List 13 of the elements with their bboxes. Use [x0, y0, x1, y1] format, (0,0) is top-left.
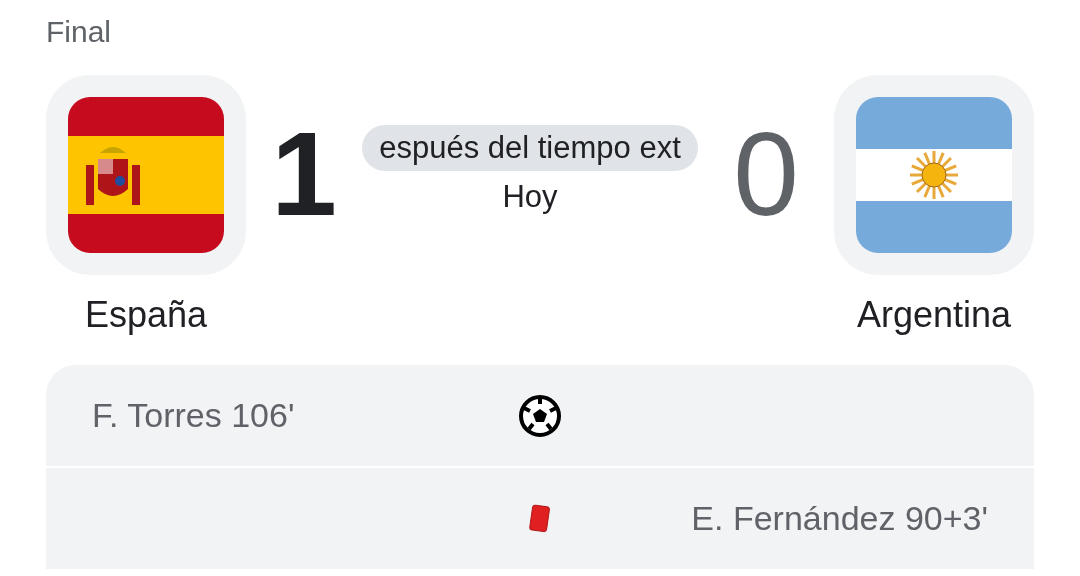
- match-date: Hoy: [502, 181, 558, 212]
- team-name: Argentina: [856, 297, 1012, 333]
- score: 0: [733, 115, 799, 242]
- event-player: F. Torres 106': [92, 395, 295, 436]
- soccer-ball-icon: [518, 393, 562, 438]
- penalty-card-icon: [528, 503, 552, 534]
- flag-icon: [68, 97, 224, 253]
- score: 1: [271, 115, 337, 242]
- team-name: España: [84, 297, 208, 333]
- match-note: espués del tiempo ext: [362, 125, 698, 171]
- event-player: E. Fernández 90+3': [691, 498, 988, 539]
- match-status: Final: [46, 15, 112, 48]
- flag-icon: [856, 97, 1012, 253]
